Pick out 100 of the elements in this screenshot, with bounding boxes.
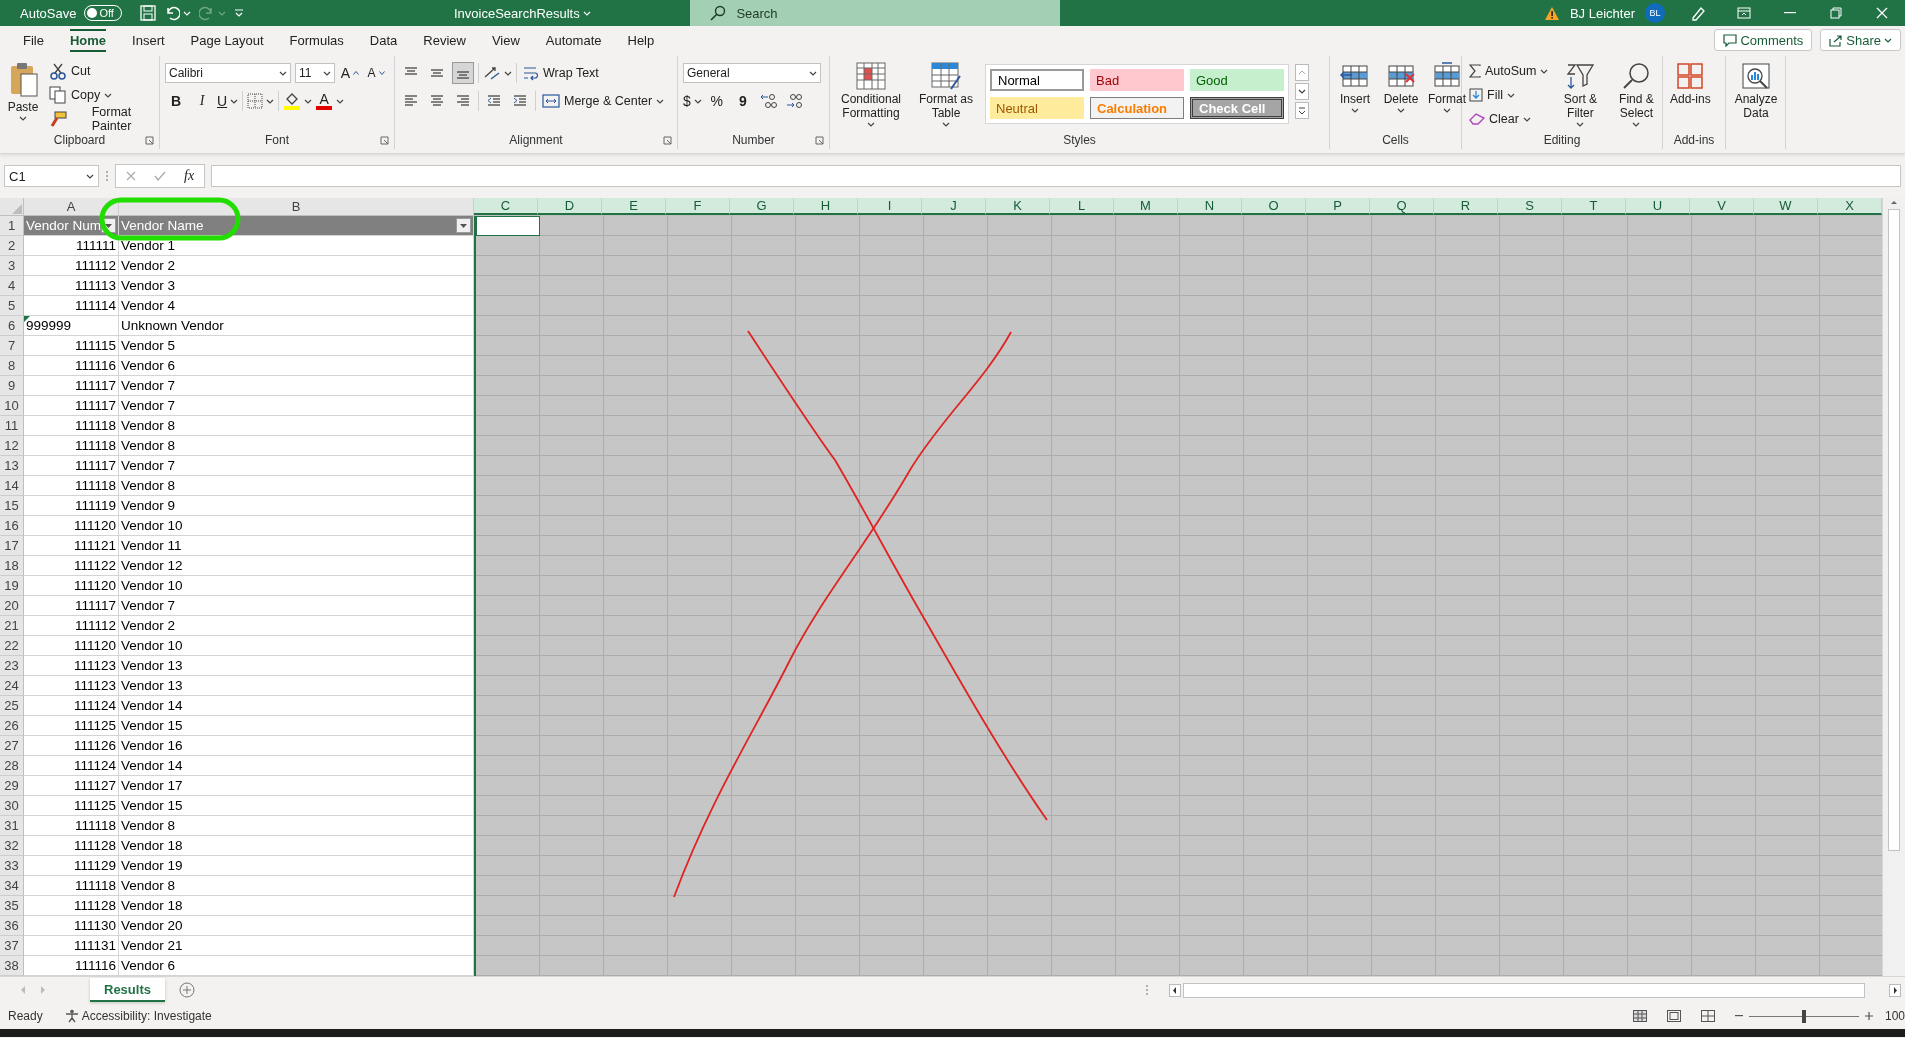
customize-button[interactable] — [234, 9, 245, 17]
formula-input[interactable] — [211, 165, 1901, 187]
currency-button[interactable]: $ — [683, 90, 702, 112]
row-header[interactable]: 33 — [0, 856, 24, 876]
row-header[interactable]: 36 — [0, 916, 24, 936]
orientation-button[interactable] — [483, 65, 512, 81]
normal-view-icon[interactable] — [1632, 1010, 1647, 1022]
row-header[interactable]: 13 — [0, 456, 24, 476]
ribbon-tab[interactable]: File — [10, 27, 57, 53]
column-header[interactable]: C — [474, 198, 538, 215]
merge-center-button[interactable]: Merge & Center — [540, 90, 667, 112]
row-header[interactable]: 38 — [0, 956, 24, 976]
row-header[interactable]: 4 — [0, 276, 24, 296]
borders-button[interactable] — [247, 93, 275, 109]
percent-button[interactable]: % — [705, 90, 728, 112]
grow-font-button[interactable]: A — [339, 62, 361, 84]
column-header[interactable]: V — [1690, 198, 1754, 215]
autosum-button[interactable]: AutoSum — [1467, 60, 1551, 82]
cut-button[interactable]: Cut — [47, 60, 154, 82]
analyze-data-button[interactable]: Analyze Data — [1731, 60, 1781, 131]
row-header[interactable]: 21 — [0, 616, 24, 636]
cancel-button[interactable] — [126, 171, 136, 181]
column-header[interactable]: F — [666, 198, 730, 215]
row-header[interactable]: 9 — [0, 376, 24, 396]
column-header[interactable]: E — [602, 198, 666, 215]
shrink-font-button[interactable]: A — [365, 62, 387, 84]
row-header[interactable]: 12 — [0, 436, 24, 456]
row-header[interactable]: 22 — [0, 636, 24, 656]
row-header[interactable]: 23 — [0, 656, 24, 676]
cells-button[interactable]: Format — [1427, 60, 1467, 131]
column-header[interactable]: K — [986, 198, 1050, 215]
underline-button[interactable]: U — [217, 90, 239, 112]
ribbon-tab[interactable]: Insert — [119, 27, 178, 53]
ribbon-tab[interactable]: Home — [56, 27, 120, 53]
row-header[interactable]: 20 — [0, 596, 24, 616]
column-header[interactable]: O — [1242, 198, 1306, 215]
row-header[interactable]: 17 — [0, 536, 24, 556]
column-header[interactable]: Q — [1370, 198, 1434, 215]
row-header[interactable]: 34 — [0, 876, 24, 896]
row-header[interactable]: 10 — [0, 396, 24, 416]
sheet-tab[interactable]: Results — [90, 978, 165, 1002]
wrap-text-button[interactable]: Wrap Text — [521, 62, 601, 84]
font-size-dropdown[interactable]: 11 — [295, 63, 335, 83]
column-header[interactable]: I — [858, 198, 922, 215]
active-cell[interactable] — [476, 216, 540, 236]
row-header[interactable]: 11 — [0, 416, 24, 436]
vertical-scrollbar[interactable] — [1882, 198, 1905, 976]
comma-style-button[interactable]: 9 — [731, 90, 754, 112]
italic-button[interactable]: I — [191, 90, 213, 112]
ribbon-tab[interactable]: Automate — [532, 27, 615, 53]
row-header[interactable]: 5 — [0, 296, 24, 316]
name-box[interactable]: C1 — [4, 165, 99, 187]
row-header[interactable]: 19 — [0, 576, 24, 596]
zoom-in-icon[interactable] — [1864, 1012, 1873, 1020]
ribbon-tab[interactable]: Page Layout — [177, 27, 277, 53]
row-header[interactable]: 27 — [0, 736, 24, 756]
scroll-thumb[interactable] — [1888, 209, 1900, 851]
launcher-icon[interactable] — [380, 135, 389, 145]
share-button[interactable]: Share — [1820, 29, 1901, 51]
launcher-icon[interactable] — [815, 135, 824, 145]
column-header[interactable]: M — [1114, 198, 1178, 215]
row-header[interactable]: 30 — [0, 796, 24, 816]
bold-button[interactable]: B — [165, 90, 187, 112]
number-format-dropdown[interactable]: General — [683, 63, 821, 83]
row-header[interactable]: 31 — [0, 816, 24, 836]
redo-button[interactable] — [199, 5, 227, 21]
comments-button[interactable]: Comments — [1714, 29, 1813, 51]
clear-button[interactable]: Clear — [1467, 108, 1551, 130]
more-styles-button[interactable] — [1295, 102, 1309, 119]
row-header[interactable]: 32 — [0, 836, 24, 856]
row-header[interactable]: 35 — [0, 896, 24, 916]
launcher-icon[interactable] — [145, 135, 154, 145]
column-header[interactable]: S — [1498, 198, 1562, 215]
paste-button[interactable]: Paste — [5, 60, 41, 131]
save-button[interactable] — [140, 5, 157, 21]
format-painter-button[interactable]: Format Painter — [47, 108, 154, 130]
zoom-slider-thumb[interactable] — [1801, 1009, 1806, 1023]
row-header[interactable]: 1 — [0, 216, 24, 236]
column-header[interactable]: X — [1818, 198, 1882, 215]
conditional-formatting-button[interactable]: Conditional Formatting — [835, 60, 907, 131]
row-header[interactable]: 14 — [0, 476, 24, 496]
fill-color-button[interactable] — [283, 92, 313, 110]
align-bottom-button[interactable] — [452, 62, 474, 84]
row-header[interactable]: 24 — [0, 676, 24, 696]
column-header[interactable]: U — [1626, 198, 1690, 215]
column-header[interactable]: J — [922, 198, 986, 215]
row-header[interactable]: 8 — [0, 356, 24, 376]
launcher-icon[interactable] — [663, 135, 672, 145]
page-layout-view-icon[interactable] — [1666, 1010, 1681, 1022]
column-header[interactable]: R — [1434, 198, 1498, 215]
font-color-button[interactable]: A — [316, 90, 333, 112]
scroll-down-button[interactable] — [1295, 83, 1309, 100]
row-header[interactable]: 2 — [0, 236, 24, 256]
row-header[interactable]: 25 — [0, 696, 24, 716]
row-header[interactable]: 28 — [0, 756, 24, 776]
cell-style-option[interactable]: Neutral — [990, 97, 1084, 119]
row-header[interactable]: 7 — [0, 336, 24, 356]
column-header[interactable]: P — [1306, 198, 1370, 215]
column-header[interactable]: G — [730, 198, 794, 215]
fill-button[interactable]: Fill — [1467, 84, 1551, 106]
